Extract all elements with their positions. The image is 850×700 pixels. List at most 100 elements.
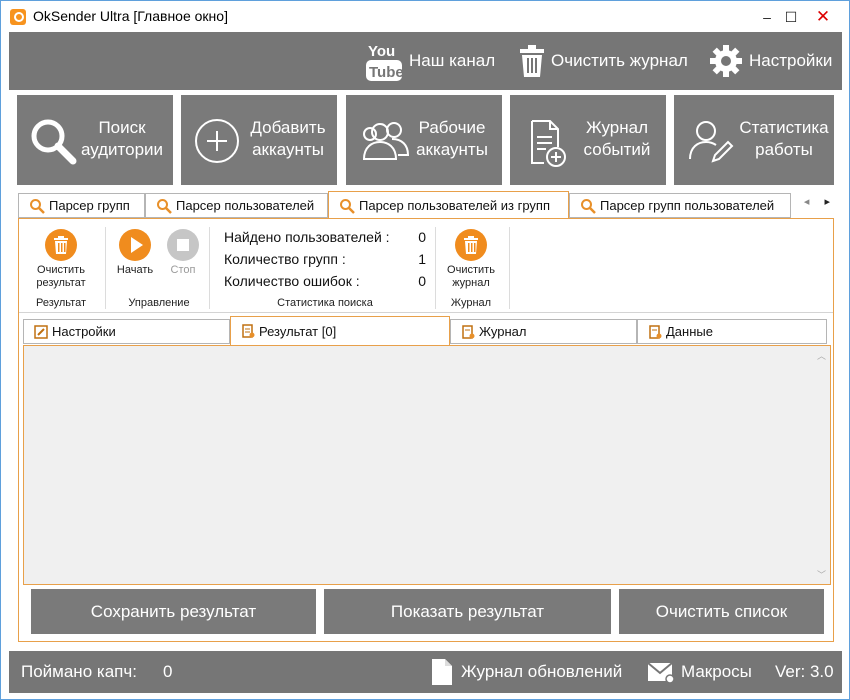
result-tabs: Настройки Результат [0] Журнал Данные	[23, 316, 829, 345]
clear-journal-button[interactable]: Очистить журнал	[439, 229, 503, 290]
data-doc-icon	[648, 324, 662, 339]
vertical-scrollbar[interactable]: ︿ ﹀	[814, 346, 830, 584]
top-toolbar: You Tube Наш канал Очистить журнал Настр…	[9, 32, 842, 90]
stop-button[interactable]: Стоп	[161, 229, 205, 277]
clear-result-button[interactable]: Очистить результат	[25, 229, 97, 290]
trash-icon	[519, 44, 545, 78]
status-bar: Поймано капч: 0 Журнал обновлений Макрос…	[9, 651, 842, 693]
search-icon	[339, 198, 355, 214]
app-logo-icon	[10, 9, 26, 25]
start-label: Начать	[116, 264, 154, 276]
user-edit-icon	[686, 117, 734, 165]
tab-label: Парсер групп пользователей	[600, 198, 775, 213]
tab-label: Настройки	[52, 324, 116, 339]
parser-tabs: Парсер групп Парсер пользователей Парсер…	[18, 191, 838, 219]
macros-label: Макросы	[681, 662, 752, 681]
search-icon	[29, 117, 77, 165]
ribbon: Очистить результат Результат Начать Стоп…	[19, 219, 833, 313]
captcha-caught-label: Поймано капч:	[21, 662, 137, 681]
scroll-right-icon[interactable]: ▸	[824, 196, 830, 208]
working-accounts-button[interactable]: Рабочие аккаунты	[346, 95, 502, 185]
search-audience-label-2: аудитории	[80, 140, 164, 159]
stat-found-users: Найдено пользователей : 0	[224, 229, 426, 245]
show-result-button[interactable]: Показать результат	[324, 589, 611, 634]
clear-journal-label-1: Очистить	[447, 264, 495, 276]
tab-user-groups-parser[interactable]: Парсер групп пользователей	[569, 193, 791, 218]
gear-icon	[709, 44, 743, 78]
mail-icon	[647, 660, 675, 684]
document-add-icon	[522, 117, 570, 167]
ribbon-separator	[209, 227, 210, 309]
clear-log-label: Очистить журнал	[551, 51, 688, 70]
ribbon-separator	[435, 227, 436, 309]
search-audience-button[interactable]: Поиск аудитории	[17, 95, 173, 185]
tab-scroll: ◂ ▸	[804, 195, 838, 208]
clear-log-button[interactable]: Очистить журнал	[519, 32, 688, 90]
save-result-button[interactable]: Сохранить результат	[31, 589, 316, 634]
work-statistics-button[interactable]: Статистика работы	[674, 95, 834, 185]
stat-value: 1	[418, 251, 426, 267]
stat-label: Количество ошибок :	[224, 273, 360, 289]
clear-list-button[interactable]: Очистить список	[619, 589, 824, 634]
start-button[interactable]: Начать	[113, 229, 157, 277]
clear-result-label-2: результат	[36, 277, 86, 289]
stat-label: Найдено пользователей :	[224, 229, 390, 245]
tab-users-from-groups-parser[interactable]: Парсер пользователей из групп	[328, 191, 569, 219]
ribbon-separator	[105, 227, 106, 309]
scroll-up-icon[interactable]: ︿	[817, 349, 826, 362]
tab-label: Данные	[666, 324, 713, 339]
group-label-journal: Журнал	[450, 297, 492, 309]
add-accounts-label-2: аккаунты	[252, 140, 324, 159]
svg-text:Tube: Tube	[369, 64, 403, 81]
tab-result[interactable]: Результат [0]	[230, 316, 450, 345]
tab-label: Результат [0]	[259, 323, 337, 339]
add-accounts-button[interactable]: Добавить аккаунты	[181, 95, 337, 185]
tab-settings[interactable]: Настройки	[23, 319, 230, 344]
youtube-channel-label: Наш канал	[409, 51, 496, 70]
tab-group-parser[interactable]: Парсер групп	[18, 193, 145, 218]
trash-icon	[455, 229, 487, 261]
plus-circle-icon	[193, 117, 241, 165]
group-label-stats: Статистика поиска	[277, 297, 373, 309]
tab-data[interactable]: Данные	[637, 319, 827, 344]
clear-journal-label-2: журнал	[452, 277, 490, 289]
stat-group-count: Количество групп : 1	[224, 251, 426, 267]
clear-result-label-1: Очистить	[37, 264, 85, 276]
settings-doc-icon	[34, 324, 48, 339]
updates-log-button[interactable]: Журнал обновлений	[431, 651, 622, 693]
parser-panel: Очистить результат Результат Начать Стоп…	[18, 218, 834, 642]
working-accounts-label-2: аккаунты	[416, 140, 488, 159]
stop-icon	[167, 229, 199, 261]
scroll-down-icon[interactable]: ﹀	[817, 568, 826, 581]
add-accounts-label-1: Добавить	[250, 118, 326, 137]
title-bar: OkSender Ultra [Главное окно] – ☐ ✕	[1, 1, 849, 33]
group-label-control: Управление	[128, 297, 190, 309]
stat-error-count: Количество ошибок : 0	[224, 273, 426, 289]
scroll-left-icon[interactable]: ◂	[804, 196, 810, 208]
youtube-channel-button[interactable]: You Tube Наш канал	[365, 32, 495, 90]
users-icon	[358, 117, 410, 165]
search-icon	[29, 198, 45, 214]
close-button[interactable]: ✕	[809, 5, 837, 29]
trash-icon	[45, 229, 77, 261]
search-audience-label-1: Поиск	[98, 118, 146, 137]
work-statistics-label-2: работы	[755, 140, 813, 159]
settings-button[interactable]: Настройки	[709, 32, 832, 90]
version-label: Ver: 3.0	[775, 662, 834, 681]
tab-user-parser[interactable]: Парсер пользователей	[145, 193, 328, 218]
maximize-button[interactable]: ☐	[777, 5, 805, 29]
macros-button[interactable]: Макросы	[647, 651, 752, 693]
work-statistics-label-1: Статистика	[739, 118, 829, 137]
stat-label: Количество групп :	[224, 251, 346, 267]
event-log-button[interactable]: Журнал событий	[510, 95, 666, 185]
stat-value: 0	[418, 273, 426, 289]
ribbon-separator	[509, 227, 510, 309]
result-list[interactable]: ︿ ﹀	[23, 345, 831, 585]
stat-value: 0	[418, 229, 426, 245]
main-window: OkSender Ultra [Главное окно] – ☐ ✕ You …	[0, 0, 850, 700]
group-label-result: Результат	[35, 297, 87, 309]
tab-journal[interactable]: Журнал	[450, 319, 637, 344]
event-log-label-1: Журнал	[585, 118, 649, 137]
svg-text:You: You	[368, 43, 395, 60]
tab-label: Парсер пользователей из групп	[359, 198, 551, 213]
